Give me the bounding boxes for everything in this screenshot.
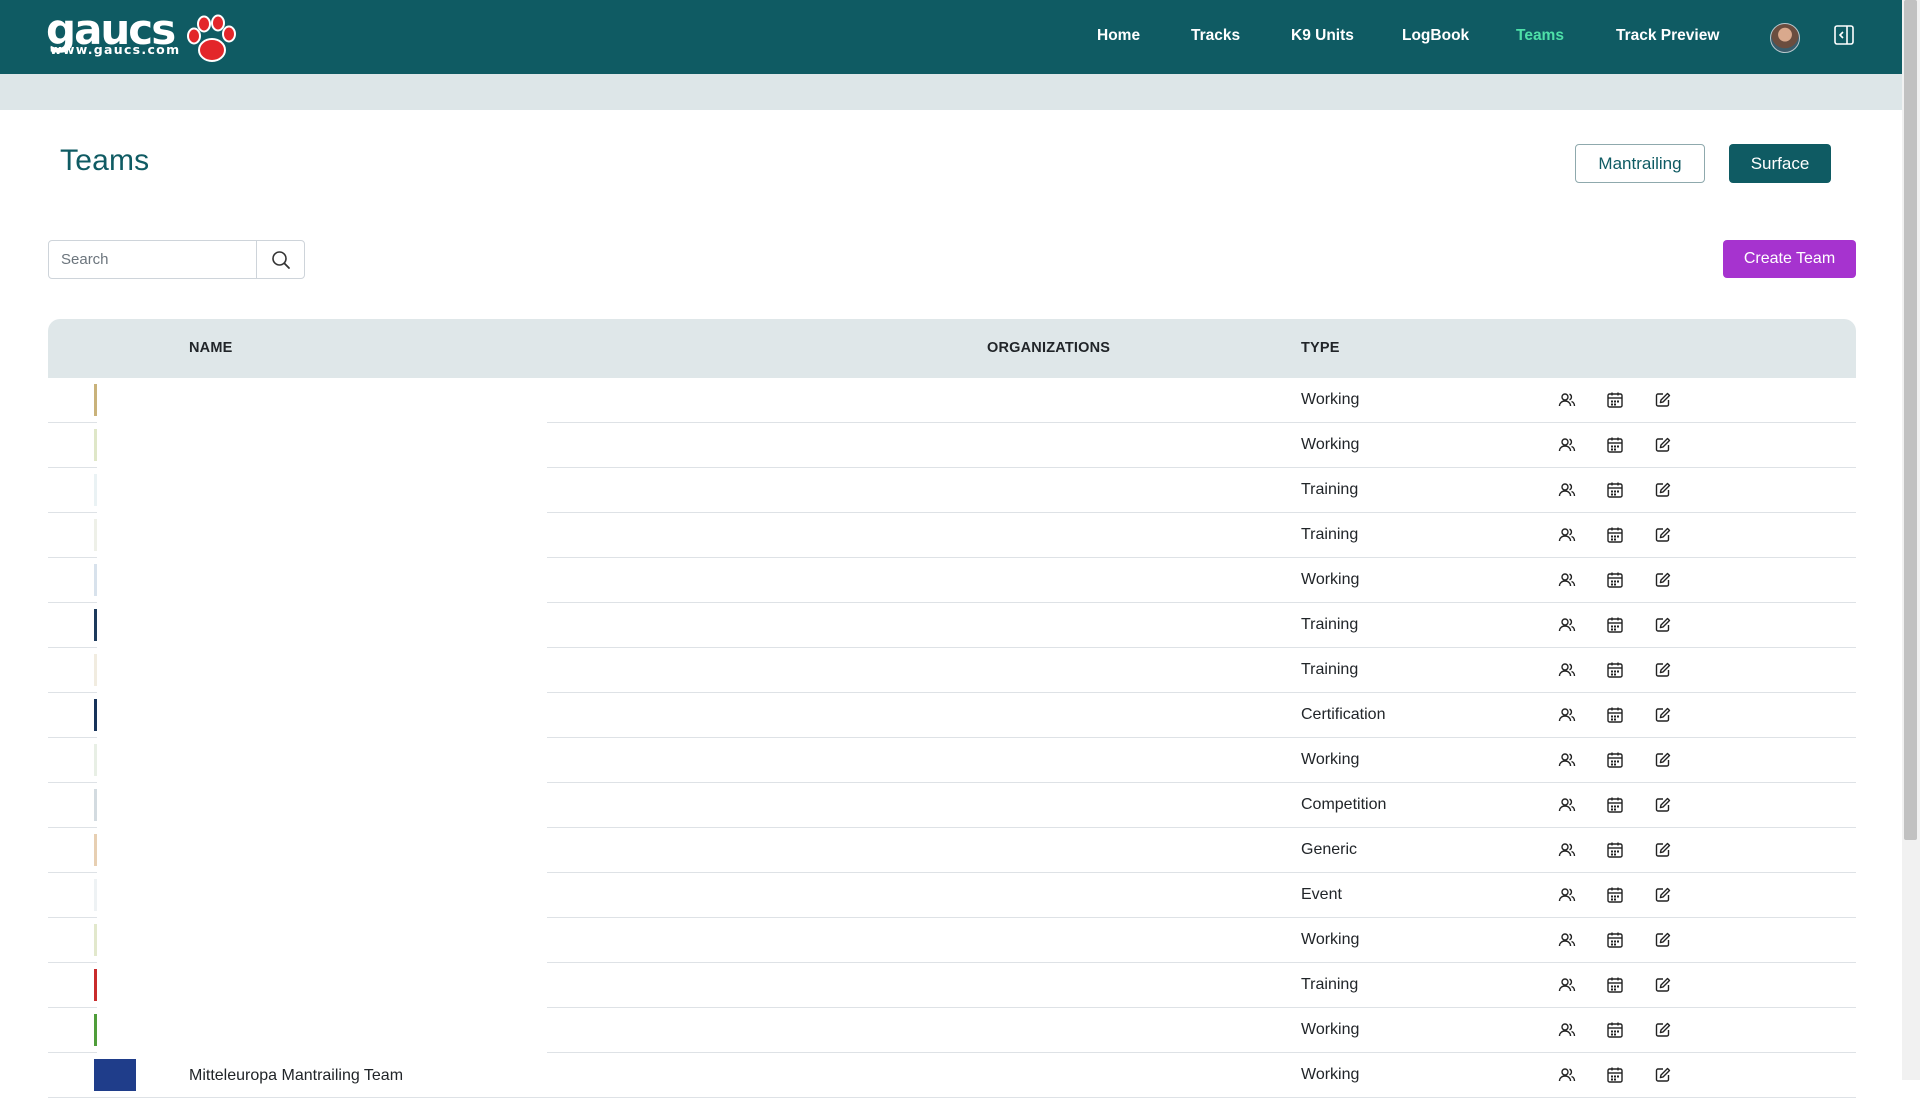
calendar-icon[interactable] (1606, 751, 1624, 769)
search-button[interactable] (256, 241, 304, 278)
members-icon[interactable] (1558, 706, 1576, 724)
nav-teams[interactable]: Teams (1516, 27, 1564, 45)
edit-icon[interactable] (1654, 616, 1672, 634)
team-type: Working (1301, 931, 1360, 948)
members-icon[interactable] (1558, 751, 1576, 769)
scrollbar-thumb[interactable] (1904, 0, 1917, 840)
redacted-area (97, 383, 547, 1056)
team-type: Generic (1301, 841, 1358, 858)
search-input[interactable] (49, 241, 256, 278)
members-icon[interactable] (1558, 886, 1576, 904)
calendar-icon[interactable] (1606, 841, 1624, 859)
column-header-organizations[interactable]: ORGANIZATIONS (987, 340, 1110, 356)
team-type: Training (1301, 661, 1359, 678)
edit-icon[interactable] (1654, 391, 1672, 409)
calendar-icon[interactable] (1606, 616, 1624, 634)
edit-icon[interactable] (1654, 571, 1672, 589)
edit-icon[interactable] (1654, 526, 1672, 544)
calendar-icon[interactable] (1606, 391, 1624, 409)
team-type: Event (1301, 886, 1342, 903)
calendar-icon[interactable] (1606, 571, 1624, 589)
surface-button[interactable]: Surface (1729, 144, 1831, 183)
top-navbar: gaucs www.gaucs.com Home Tracks K9 Units… (0, 0, 1902, 74)
table-header: NAME ORGANIZATIONS TYPE (48, 319, 1856, 378)
calendar-icon[interactable] (1606, 1021, 1624, 1039)
members-icon[interactable] (1558, 571, 1576, 589)
team-type: Training (1301, 976, 1359, 993)
calendar-icon[interactable] (1606, 796, 1624, 814)
members-icon[interactable] (1558, 661, 1576, 679)
calendar-icon[interactable] (1606, 436, 1624, 454)
team-type: Training (1301, 526, 1359, 543)
user-avatar[interactable] (1770, 23, 1800, 53)
calendar-icon[interactable] (1606, 481, 1624, 499)
team-type: Working (1301, 1066, 1360, 1083)
calendar-icon[interactable] (1606, 976, 1624, 994)
members-icon[interactable] (1558, 526, 1576, 544)
members-icon[interactable] (1558, 481, 1576, 499)
team-type: Working (1301, 1021, 1360, 1038)
calendar-icon[interactable] (1606, 931, 1624, 949)
page-title: Teams (60, 144, 150, 177)
nav-tracks[interactable]: Tracks (1191, 27, 1240, 45)
nav-logbook[interactable]: LogBook (1402, 27, 1469, 45)
edit-icon[interactable] (1654, 796, 1672, 814)
calendar-icon[interactable] (1606, 706, 1624, 724)
edit-icon[interactable] (1654, 931, 1672, 949)
nav-home[interactable]: Home (1097, 27, 1140, 45)
calendar-icon[interactable] (1606, 886, 1624, 904)
team-type: Competition (1301, 796, 1387, 813)
nav-k9-units[interactable]: K9 Units (1291, 27, 1354, 45)
table-row[interactable]: Mitteleuropa Mantrailing Team Working (48, 1053, 1856, 1098)
members-icon[interactable] (1558, 1021, 1576, 1039)
paw-icon (187, 14, 236, 62)
members-icon[interactable] (1558, 391, 1576, 409)
members-icon[interactable] (1558, 436, 1576, 454)
column-header-type[interactable]: TYPE (1301, 340, 1340, 356)
calendar-icon[interactable] (1606, 526, 1624, 544)
search-group (48, 240, 305, 279)
edit-icon[interactable] (1654, 841, 1672, 859)
sidebar-collapse-icon[interactable] (1834, 25, 1854, 45)
team-type: Working (1301, 391, 1360, 408)
members-icon[interactable] (1558, 931, 1576, 949)
edit-icon[interactable] (1654, 481, 1672, 499)
team-type: Training (1301, 616, 1359, 633)
team-name[interactable]: Mitteleuropa Mantrailing Team (189, 1067, 403, 1085)
edit-icon[interactable] (1654, 706, 1672, 724)
team-type: Certification (1301, 706, 1386, 723)
team-type: Training (1301, 481, 1359, 498)
edit-icon[interactable] (1654, 661, 1672, 679)
calendar-icon[interactable] (1606, 1066, 1624, 1084)
members-icon[interactable] (1558, 796, 1576, 814)
edit-icon[interactable] (1654, 751, 1672, 769)
edit-icon[interactable] (1654, 1066, 1672, 1084)
members-icon[interactable] (1558, 841, 1576, 859)
edit-icon[interactable] (1654, 976, 1672, 994)
mantrailing-button[interactable]: Mantrailing (1575, 144, 1705, 183)
create-team-button[interactable]: Create Team (1723, 240, 1856, 278)
team-type: Working (1301, 571, 1360, 588)
members-icon[interactable] (1558, 976, 1576, 994)
calendar-icon[interactable] (1606, 661, 1624, 679)
edit-icon[interactable] (1654, 1021, 1672, 1039)
edit-icon[interactable] (1654, 436, 1672, 454)
search-icon (271, 250, 290, 269)
gaucs-logo[interactable]: gaucs www.gaucs.com (46, 8, 246, 64)
sub-header-bar (0, 74, 1902, 110)
team-type: Working (1301, 751, 1360, 768)
members-icon[interactable] (1558, 616, 1576, 634)
nav-track-preview[interactable]: Track Preview (1616, 27, 1719, 45)
team-thumbnail (94, 1059, 136, 1091)
members-icon[interactable] (1558, 1066, 1576, 1084)
edit-icon[interactable] (1654, 886, 1672, 904)
column-header-name[interactable]: NAME (189, 340, 233, 356)
team-type: Working (1301, 436, 1360, 453)
logo-url: www.gaucs.com (50, 42, 181, 57)
